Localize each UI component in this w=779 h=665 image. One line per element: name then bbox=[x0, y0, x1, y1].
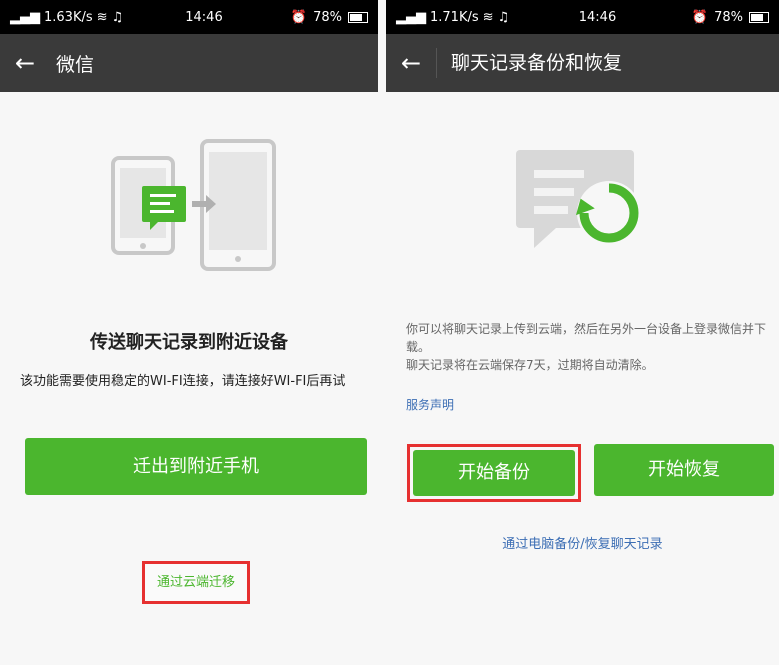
wifi-icon: ≋ bbox=[482, 9, 494, 25]
service-statement-link[interactable]: 服务声明 bbox=[406, 396, 454, 413]
right-screen: ▂▄▆ 1.71K/s ≋ ♫ 14:46 ⏰ 78% ← 聊天记录备份和恢复 … bbox=[386, 0, 779, 665]
migrate-to-nearby-phone-button[interactable]: 迁出到附近手机 bbox=[25, 438, 367, 495]
wifi-requirement-text: 该功能需要使用稳定的WI-FI连接，请连接好WI-FI后再试 bbox=[20, 374, 346, 389]
backup-description-line-1: 你可以将聊天记录上传到云端，然后在另外一台设备上登录微信并下载。 bbox=[406, 322, 767, 354]
battery-percent: 78% bbox=[313, 9, 342, 25]
cloud-migrate-link[interactable]: 通过云端迁移 bbox=[142, 561, 250, 604]
battery-icon bbox=[348, 11, 368, 23]
signal-icon: ▂▄▆ bbox=[396, 9, 426, 25]
music-icon: ♫ bbox=[497, 9, 510, 25]
clock: 14:46 bbox=[578, 9, 617, 25]
start-restore-button[interactable]: 开始恢复 bbox=[594, 444, 774, 496]
status-bar: ▂▄▆ 1.71K/s ≋ ♫ 14:46 ⏰ 78% bbox=[386, 0, 779, 34]
clock: 14:46 bbox=[185, 9, 223, 25]
back-arrow-icon[interactable]: ← bbox=[386, 49, 436, 77]
chat-backup-illustration bbox=[516, 150, 641, 248]
battery-percent: 78% bbox=[714, 9, 743, 25]
page-title: 微信 bbox=[56, 53, 95, 76]
back-arrow-icon[interactable]: ← bbox=[0, 49, 50, 77]
title-bar: ← 聊天记录备份和恢复 bbox=[386, 34, 779, 92]
pc-backup-link[interactable]: 通过电脑备份/恢复聊天记录 bbox=[386, 533, 779, 552]
backup-button-highlight: 开始备份 bbox=[407, 444, 581, 502]
status-bar: ▂▄▆ 1.63K/s ≋ ♫ 14:46 ⏰ 78% bbox=[0, 0, 378, 34]
signal-icon: ▂▄▆ bbox=[10, 9, 40, 25]
title-bar: ← 微信 bbox=[0, 34, 378, 92]
alarm-icon: ⏰ bbox=[290, 9, 308, 25]
backup-description: 你可以将聊天记录上传到云端，然后在另外一台设备上登录微信并下载。 聊天记录将在云… bbox=[406, 320, 766, 374]
start-backup-button[interactable]: 开始备份 bbox=[413, 450, 575, 496]
network-speed: 1.63K/s bbox=[44, 9, 93, 25]
network-speed: 1.71K/s bbox=[430, 9, 479, 25]
phone-transfer-illustration bbox=[111, 139, 276, 271]
alarm-icon: ⏰ bbox=[691, 9, 709, 25]
music-icon: ♫ bbox=[111, 9, 124, 25]
battery-icon bbox=[749, 11, 769, 23]
page-title: 聊天记录备份和恢复 bbox=[436, 48, 622, 78]
transfer-heading: 传送聊天记录到附近设备 bbox=[90, 332, 288, 353]
wifi-icon: ≋ bbox=[96, 9, 108, 25]
backup-description-line-2: 聊天记录将在云端保存7天，过期将自动清除。 bbox=[406, 358, 654, 372]
left-screen: ▂▄▆ 1.63K/s ≋ ♫ 14:46 ⏰ 78% ← 微信 传送聊天记录到… bbox=[0, 0, 378, 665]
